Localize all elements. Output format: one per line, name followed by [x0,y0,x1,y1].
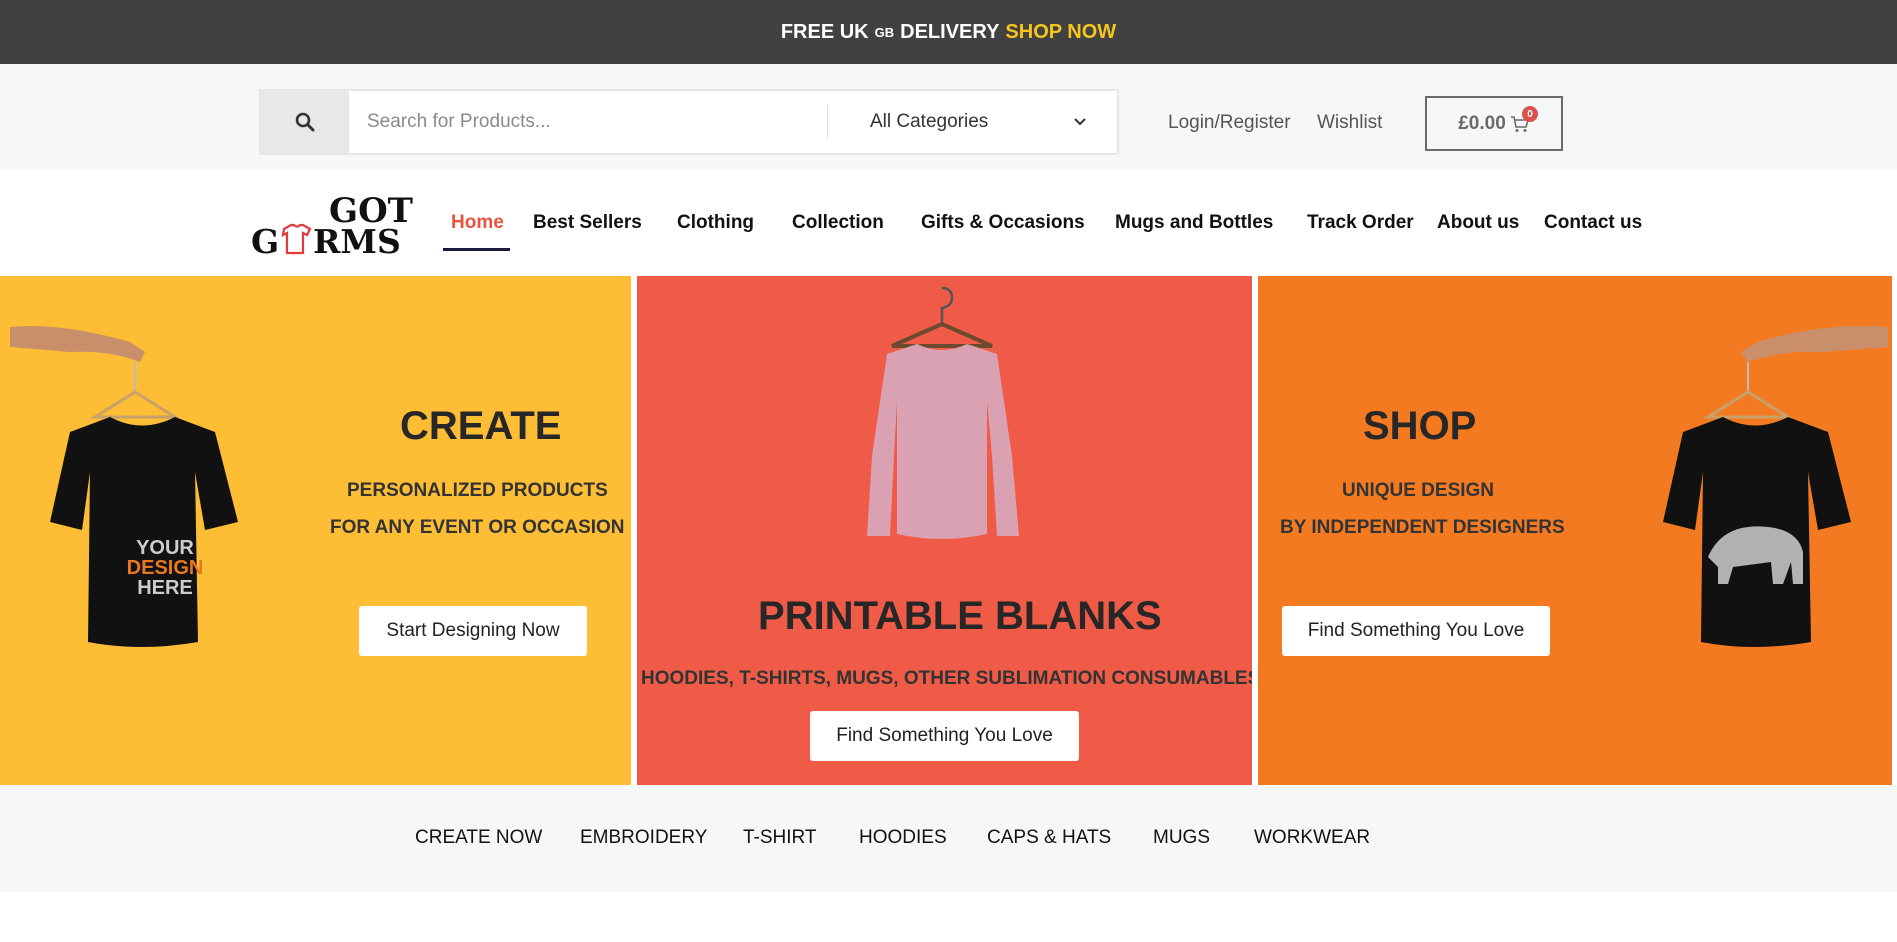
nav-gifts-occasions[interactable]: Gifts & Occasions [921,212,1085,234]
blanks-title: PRINTABLE BLANKS [758,594,1162,638]
promo-text-delivery: DELIVERY [900,20,1000,43]
search-header: All Categories Login/Register Wishlist £… [0,64,1897,170]
nav-about-us[interactable]: About us [1437,212,1519,234]
category-t-shirt[interactable]: T-SHIRT [743,827,817,849]
blanks-subtitle: HOODIES, T-SHIRTS, MUGS, OTHER SUBLIMATI… [641,668,1252,689]
cart-button[interactable]: £0.00 0 [1425,96,1563,151]
category-select[interactable]: All Categories [828,91,1117,153]
hero-blanks-panel: PRINTABLE BLANKS HOODIES, T-SHIRTS, MUGS… [637,276,1252,785]
shop-title: SHOP [1363,404,1477,448]
shirt-text-here: HERE [137,577,193,599]
logo-text-g: G [251,222,279,256]
blanks-find-button[interactable]: Find Something You Love [810,711,1079,761]
login-register-link[interactable]: Login/Register [1168,112,1291,134]
cart-count-badge: 0 [1522,106,1538,122]
category-create-now[interactable]: CREATE NOW [415,827,542,849]
nav-collection[interactable]: Collection [792,212,884,234]
shop-find-button[interactable]: Find Something You Love [1282,606,1550,656]
nav-contact-us[interactable]: Contact us [1544,212,1642,234]
shop-now-link[interactable]: SHOP NOW [1005,21,1116,44]
create-subtitle-1: PERSONALIZED PRODUCTS [347,480,608,501]
category-workwear[interactable]: WORKWEAR [1254,827,1370,849]
shirt-text-design: DESIGN [127,557,204,579]
hero-shop-panel: SHOP UNIQUE DESIGN BY INDEPENDENT DESIGN… [1258,276,1892,785]
search-icon [295,112,315,132]
nav-clothing[interactable]: Clothing [677,212,754,234]
nav-active-indicator [443,248,510,251]
tshirt-logo-icon [281,223,312,255]
category-bar: CREATE NOW EMBROIDERY T-SHIRT HOODIES CA… [0,785,1897,892]
search-form: All Categories [259,89,1119,155]
category-caps-hats[interactable]: CAPS & HATS [987,827,1111,849]
create-subtitle-2: FOR ANY EVENT OR OCCASION [330,517,625,538]
site-logo[interactable]: GOT G RMS [251,190,416,256]
main-nav: GOT G RMS Home Best Sellers Clothing Col… [0,170,1897,276]
pink-sweatshirt-image [867,286,1019,539]
category-embroidery[interactable]: EMBROIDERY [580,827,707,849]
logo-text-rms: RMS [313,222,401,256]
promo-bar: FREE UK GB DELIVERY SHOP NOW [0,0,1897,64]
wishlist-link[interactable]: Wishlist [1317,112,1382,134]
category-hoodies[interactable]: HOODIES [859,827,947,849]
hero-create-panel: YOUR DESIGN HERE CREATE PERSONALIZED PRO… [0,276,631,785]
category-select-value: All Categories [870,111,989,132]
shop-subtitle-1: UNIQUE DESIGN [1342,480,1495,501]
search-input[interactable] [349,91,819,153]
shirt-text-your: YOUR [136,537,194,559]
tshirt-bear-image [1663,326,1888,647]
shop-subtitle-2: BY INDEPENDENT DESIGNERS [1280,517,1565,538]
tshirt-your-design-image: YOUR DESIGN HERE [10,326,238,647]
nav-mugs-bottles[interactable]: Mugs and Bottles [1115,212,1273,234]
chevron-down-icon [1074,118,1086,126]
search-button[interactable] [261,91,349,153]
nav-best-sellers[interactable]: Best Sellers [533,212,642,234]
cart-total: £0.00 [1458,112,1506,134]
promo-text-gb: GB [874,24,895,40]
start-designing-button[interactable]: Start Designing Now [359,606,587,656]
category-mugs[interactable]: MUGS [1153,827,1210,849]
promo-text-free-uk: FREE UK [780,20,869,43]
nav-track-order[interactable]: Track Order [1307,212,1414,234]
nav-home[interactable]: Home [451,212,504,234]
create-title: CREATE [400,404,562,448]
